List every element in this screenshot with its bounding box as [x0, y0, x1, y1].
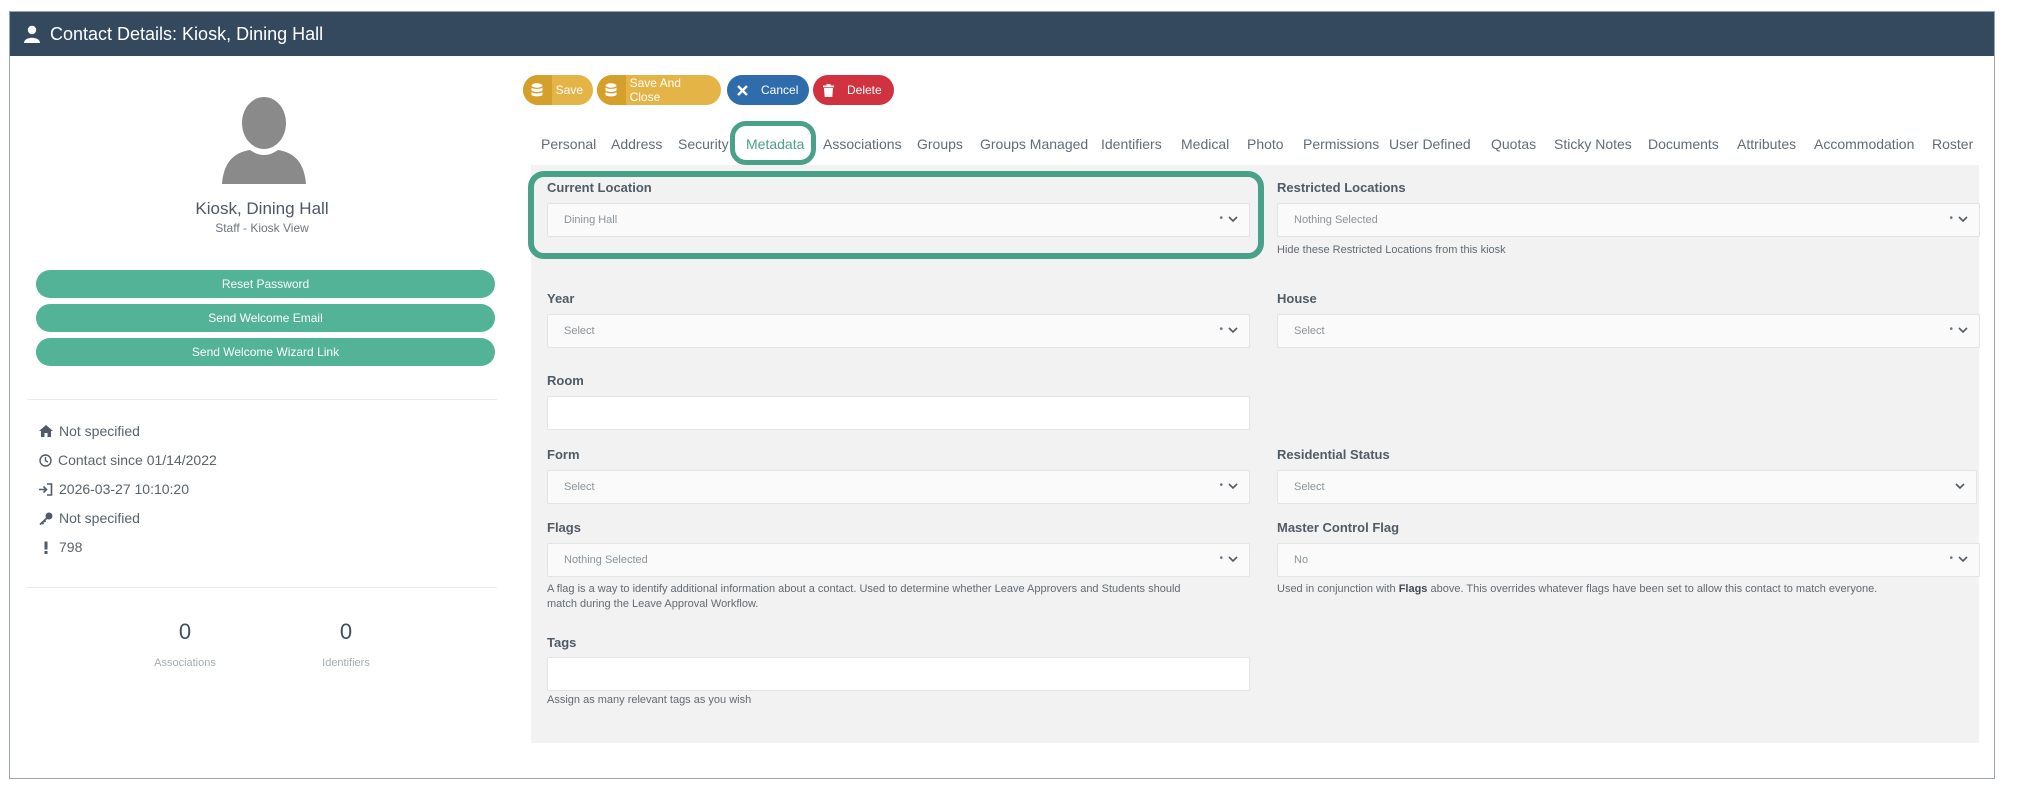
- contact-role: Staff - Kiosk View: [215, 221, 309, 235]
- info-last-login: 2026-03-27 10:10:20: [39, 481, 189, 497]
- tab-quotas[interactable]: Quotas: [1491, 136, 1536, 152]
- form-label: Form: [547, 447, 580, 462]
- sort-indicator-icon: •: [1949, 324, 1953, 335]
- chevron-down-icon: [1958, 327, 1968, 334]
- divider: [27, 399, 497, 400]
- trash-icon: [822, 83, 834, 97]
- room-label: Room: [547, 373, 584, 388]
- tab-address[interactable]: Address: [611, 136, 662, 152]
- residential-status-label: Residential Status: [1277, 447, 1390, 462]
- stat-associations[interactable]: 0 Associations: [105, 619, 265, 669]
- info-address: Not specified: [39, 423, 140, 439]
- room-input[interactable]: [547, 396, 1250, 430]
- residential-status-select[interactable]: Select: [1277, 470, 1977, 504]
- year-label: Year: [547, 291, 575, 306]
- tab-permissions[interactable]: Permissions: [1303, 136, 1379, 152]
- sign-in-icon: [39, 482, 53, 496]
- delete-button[interactable]: Delete: [813, 75, 894, 105]
- chevron-down-icon: [1958, 216, 1968, 223]
- cancel-button[interactable]: Cancel: [727, 75, 809, 105]
- restricted-locations-select[interactable]: Nothing Selected •: [1277, 203, 1980, 237]
- tab-attributes[interactable]: Attributes: [1737, 136, 1796, 152]
- chevron-down-icon: [1955, 483, 1965, 490]
- chevron-down-icon: [1958, 556, 1968, 563]
- home-icon: [39, 425, 53, 437]
- tab-groups-managed[interactable]: Groups Managed: [980, 136, 1088, 152]
- tab-groups[interactable]: Groups: [917, 136, 963, 152]
- restricted-locations-help: Hide these Restricted Locations from thi…: [1277, 244, 1506, 256]
- restricted-locations-label: Restricted Locations: [1277, 180, 1406, 195]
- database-icon: [605, 83, 617, 97]
- chevron-down-icon: [1228, 483, 1238, 490]
- save-and-close-button[interactable]: Save And Close: [597, 75, 721, 105]
- flags-help: A flag is a way to identify additional i…: [547, 583, 1181, 610]
- send-welcome-email-button[interactable]: Send Welcome Email: [36, 304, 495, 332]
- master-control-flag-help: Used in conjunction with Flags above. Th…: [1277, 583, 1878, 595]
- tab-security[interactable]: Security: [678, 136, 729, 152]
- sort-indicator-icon: •: [1219, 553, 1223, 564]
- sort-indicator-icon: •: [1949, 213, 1953, 224]
- info-key: Not specified: [39, 510, 140, 526]
- chevron-down-icon: [1228, 327, 1238, 334]
- year-select[interactable]: Select •: [547, 314, 1250, 348]
- flags-label: Flags: [547, 520, 581, 535]
- tab-personal[interactable]: Personal: [541, 136, 596, 152]
- user-icon: [24, 25, 40, 43]
- profile-panel: Kiosk, Dining Hall Staff - Kiosk View Re…: [27, 44, 497, 764]
- exclamation-icon: [44, 541, 48, 554]
- sort-indicator-icon: •: [1219, 324, 1223, 335]
- current-location-highlight: [528, 171, 1264, 259]
- avatar: [222, 97, 306, 184]
- tags-label: Tags: [547, 635, 577, 650]
- contact-name: Kiosk, Dining Hall: [195, 199, 329, 218]
- flags-select[interactable]: Nothing Selected •: [547, 543, 1250, 577]
- save-button[interactable]: Save: [523, 75, 593, 105]
- tab-sticky-notes[interactable]: Sticky Notes: [1554, 136, 1632, 152]
- info-id: 798: [39, 539, 82, 555]
- form-select[interactable]: Select •: [547, 470, 1250, 504]
- database-icon: [531, 83, 543, 97]
- tags-help: Assign as many relevant tags as you wish: [547, 694, 752, 706]
- master-control-flag-select[interactable]: No •: [1277, 543, 1980, 577]
- tags-input[interactable]: [547, 657, 1250, 691]
- close-icon: [736, 84, 748, 96]
- tab-associations[interactable]: Associations: [823, 136, 902, 152]
- info-contact-since: Contact since 01/14/2022: [39, 452, 217, 468]
- stat-identifiers[interactable]: 0 Identifiers: [266, 619, 426, 669]
- chevron-down-icon: [1228, 556, 1238, 563]
- clock-icon: [39, 453, 52, 467]
- active-tab-highlight: [730, 121, 816, 165]
- window-title: Contact Details: Kiosk, Dining Hall: [50, 23, 324, 44]
- tab-roster[interactable]: Roster: [1932, 136, 1973, 152]
- tab-identifiers[interactable]: Identifiers: [1101, 136, 1162, 152]
- master-control-flag-label: Master Control Flag: [1277, 520, 1400, 535]
- tab-user-defined[interactable]: User Defined: [1389, 136, 1471, 152]
- send-welcome-wizard-link-button[interactable]: Send Welcome Wizard Link: [36, 338, 495, 366]
- house-select[interactable]: Select •: [1277, 314, 1980, 348]
- tab-photo[interactable]: Photo: [1247, 136, 1284, 152]
- tab-medical[interactable]: Medical: [1181, 136, 1229, 152]
- tab-documents[interactable]: Documents: [1648, 136, 1719, 152]
- house-label: House: [1277, 291, 1317, 306]
- sort-indicator-icon: •: [1219, 480, 1223, 491]
- sort-indicator-icon: •: [1949, 553, 1953, 564]
- tab-accommodation[interactable]: Accommodation: [1814, 136, 1914, 152]
- reset-password-button[interactable]: Reset Password: [36, 270, 495, 298]
- key-icon: [39, 512, 53, 525]
- divider: [27, 587, 497, 588]
